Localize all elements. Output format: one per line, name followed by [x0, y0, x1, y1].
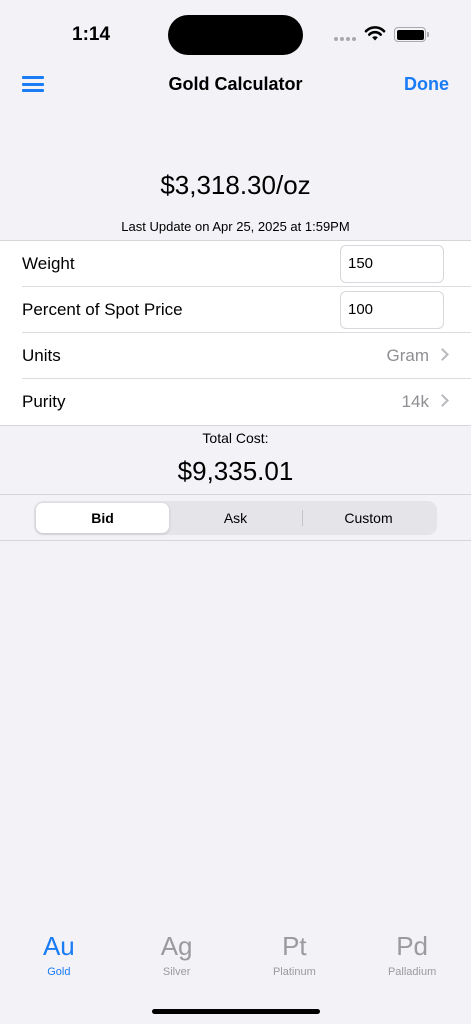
purity-row[interactable]: Purity 14k	[22, 379, 471, 425]
dynamic-island	[168, 15, 303, 55]
segment-bid[interactable]: Bid	[36, 503, 169, 533]
palladium-symbol-icon: Pd	[396, 931, 429, 961]
tab-label: Silver	[162, 966, 191, 978]
navigation-bar: Gold Calculator Done	[0, 62, 471, 106]
units-label: Units	[22, 345, 61, 365]
tab-label: Palladium	[387, 966, 437, 978]
percent-input[interactable]: 100	[340, 291, 444, 329]
home-indicator[interactable]	[152, 1009, 320, 1014]
spot-price: $3,318.30/oz	[160, 170, 311, 200]
percent-row: Percent of Spot Price 100	[22, 287, 471, 333]
chevron-right-icon	[436, 394, 449, 407]
segment-container: Bid Ask Custom	[0, 494, 471, 541]
battery-cap	[427, 32, 429, 37]
total-cost-label: Total Cost:	[202, 430, 269, 446]
tab-label: Platinum	[272, 966, 316, 978]
battery-icon	[394, 27, 426, 42]
chevron-right-icon	[436, 348, 449, 361]
wifi-icon	[364, 26, 386, 41]
calculator-form: Weight 150 Percent of Spot Price 100 Uni…	[0, 240, 471, 426]
purity-value: 14k	[401, 392, 429, 411]
status-bar: 1:14	[0, 0, 471, 70]
units-value: Gram	[386, 345, 430, 365]
tab-platinum[interactable]: Pt Platinum	[236, 930, 354, 996]
units-row[interactable]: Units Gram	[22, 333, 471, 379]
page-title: Gold Calculator	[168, 74, 303, 94]
weight-input[interactable]: 150	[340, 245, 444, 283]
segment-custom[interactable]: Custom	[302, 503, 435, 533]
weight-row: Weight 150	[22, 241, 471, 287]
weight-label: Weight	[22, 253, 75, 273]
silver-symbol-icon: Ag	[160, 931, 193, 961]
tab-silver[interactable]: Ag Silver	[118, 930, 236, 996]
percent-label: Percent of Spot Price	[22, 299, 183, 319]
total-cost-value: $9,335.01	[177, 456, 294, 486]
segment-ask[interactable]: Ask	[169, 503, 302, 533]
platinum-symbol-icon: Pt	[282, 931, 307, 961]
tab-bar: Au Gold Ag Silver Pt Platinum Pd Palladi…	[0, 930, 471, 996]
signal-icon	[334, 37, 356, 41]
purity-label: Purity	[22, 392, 66, 411]
last-update-text: Last Update on Apr 25, 2025 at 1:59PM	[121, 219, 350, 234]
tab-palladium[interactable]: Pd Palladium	[353, 930, 471, 996]
done-button[interactable]: Done	[404, 74, 449, 95]
tab-gold[interactable]: Au Gold	[0, 930, 118, 996]
status-time: 1:14	[72, 24, 111, 45]
tab-label: Gold	[47, 966, 71, 978]
gold-symbol-icon: Au	[42, 931, 75, 961]
price-type-segmented-control: Bid Ask Custom	[34, 501, 437, 535]
